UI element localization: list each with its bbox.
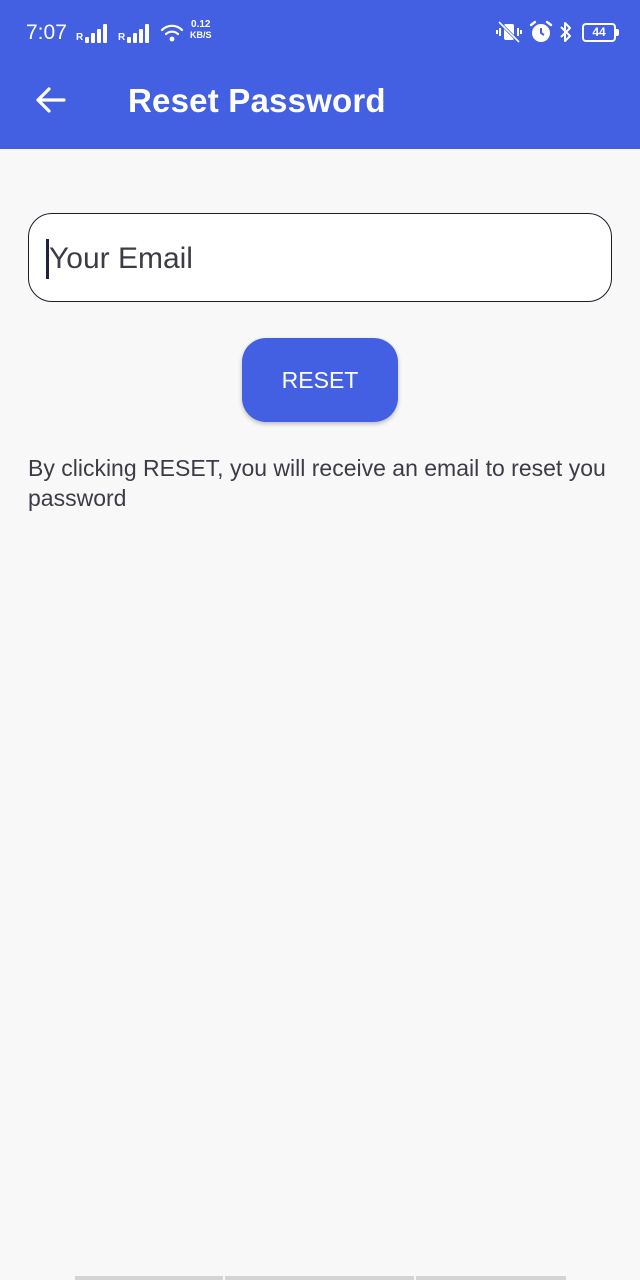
battery-icon: 44 — [582, 22, 619, 42]
alarm-icon — [529, 20, 553, 42]
status-icons: 44 — [496, 18, 619, 46]
page-title: Reset Password — [128, 82, 386, 119]
signal-2-icon: R — [118, 21, 151, 43]
email-placeholder: Your Email — [49, 242, 193, 275]
arrow-left-icon — [36, 87, 66, 113]
vibrate-icon — [496, 20, 522, 44]
reset-button[interactable]: RESET — [242, 338, 398, 422]
email-field[interactable]: Your Email — [28, 213, 612, 302]
reset-info-text: By clicking RESET, you will receive an e… — [28, 455, 606, 511]
back-button[interactable] — [30, 80, 70, 120]
wifi-icon — [160, 24, 184, 42]
nav-divider-left — [75, 1276, 223, 1280]
net-speed: 0.12 KB/S — [190, 19, 212, 41]
text-caret — [46, 239, 49, 279]
app-bar: 7:07 R R 0.12 KB/S 44 Reset Password — [0, 0, 640, 149]
nav-divider-middle — [225, 1276, 414, 1280]
bluetooth-icon — [560, 22, 571, 42]
status-time: 7:07 — [26, 21, 67, 44]
signal-1-icon: R — [76, 21, 109, 43]
status-bar: 7:07 R R 0.12 KB/S 44 — [0, 0, 640, 64]
nav-divider-right — [416, 1276, 566, 1280]
